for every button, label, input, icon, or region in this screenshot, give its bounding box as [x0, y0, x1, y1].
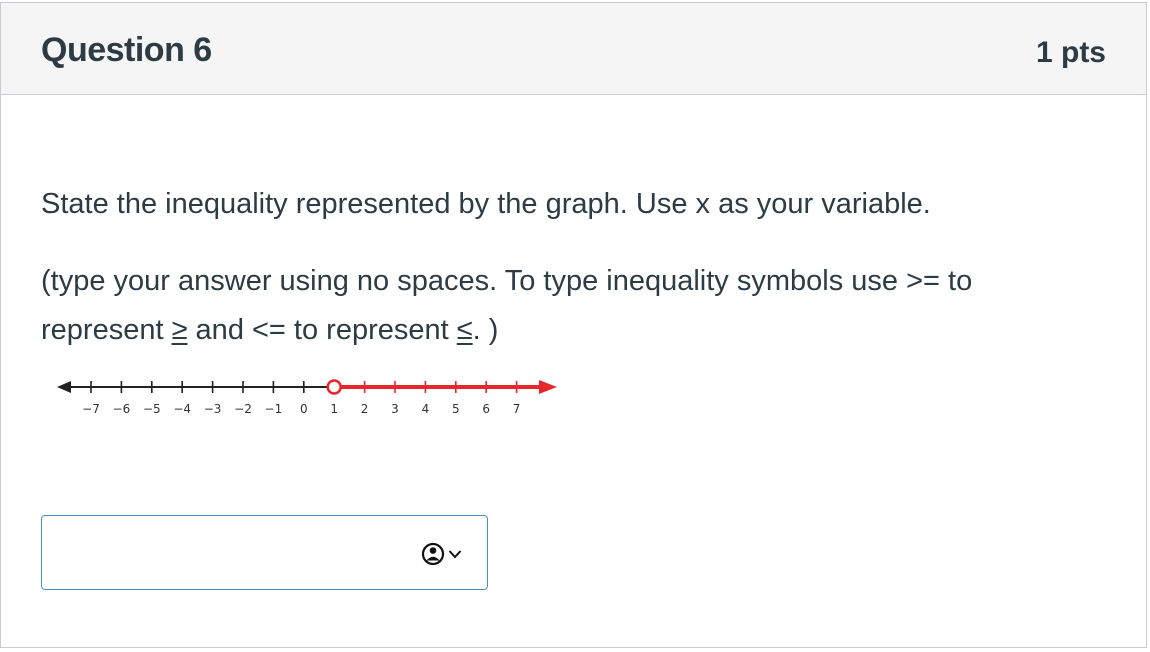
- question-title: Question 6: [41, 31, 212, 69]
- instructions-text-2: and <= to represent: [187, 314, 457, 346]
- left-arrow: [57, 381, 71, 393]
- question-points: 1 pts: [1035, 36, 1106, 69]
- accessibility-person-icon: [421, 542, 445, 566]
- tick-label: −2: [234, 402, 252, 416]
- tick-label: 5: [452, 402, 460, 416]
- instructions-text-3: . ): [472, 314, 499, 346]
- tick-label: −7: [82, 402, 100, 416]
- tick-label: 1: [330, 402, 338, 416]
- open-endpoint-circle: [326, 379, 342, 395]
- tick-label: −4: [173, 402, 191, 416]
- question-instructions: (type your answer using no spaces. To ty…: [41, 257, 1101, 355]
- chevron-down-icon: [448, 550, 462, 559]
- number-line-graph: −7 −6 −5 −4 −3 −2 −1 0 1 2 3 4 5 6 7: [57, 379, 557, 416]
- ge-symbol: ≥: [171, 314, 188, 346]
- question-header: Question 6 1 pts: [1, 3, 1146, 95]
- tick-label: 4: [422, 402, 430, 416]
- le-symbol: ≤: [456, 314, 473, 346]
- right-arrow: [539, 380, 557, 394]
- question-prompt: State the inequality represented by the …: [41, 188, 931, 220]
- tick-label: 2: [361, 402, 369, 416]
- tick-label: 6: [482, 402, 490, 416]
- tick-label: 3: [391, 402, 399, 416]
- accessibility-menu-button[interactable]: [421, 542, 467, 566]
- tick-label: −1: [265, 402, 283, 416]
- tick-label: 0: [300, 402, 308, 416]
- answer-input[interactable]: [41, 515, 488, 590]
- question-card: Question 6 1 pts State the inequality re…: [0, 2, 1147, 648]
- tick-label: 7: [513, 402, 521, 416]
- tick-label: −5: [143, 402, 161, 416]
- tick-label: −3: [204, 402, 222, 416]
- tick-label: −6: [113, 402, 131, 416]
